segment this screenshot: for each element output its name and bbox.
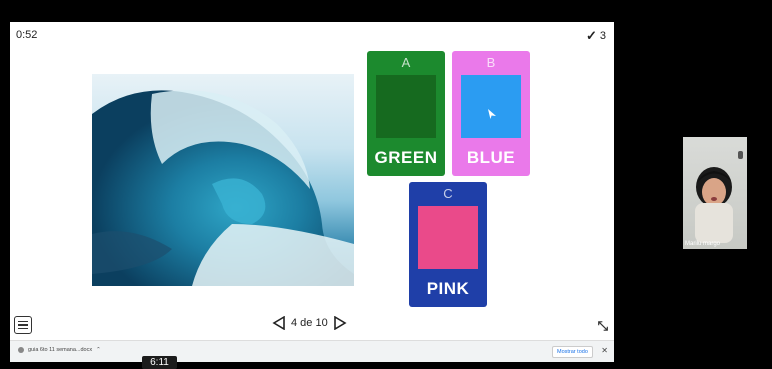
document-icon	[18, 347, 24, 353]
option-swatch	[418, 206, 478, 269]
option-letter: C	[443, 186, 453, 201]
close-icon[interactable]: ✕	[601, 346, 608, 355]
check-icon: ✓	[585, 28, 597, 43]
score: ✓ 3	[586, 28, 606, 44]
option-word: PINK	[426, 279, 470, 298]
option-swatch	[461, 75, 521, 138]
download-filename: guia 6to 11 semana...docx	[28, 347, 93, 353]
option-word: BLUE	[466, 148, 516, 167]
menu-button[interactable]	[14, 316, 32, 334]
option-card-c[interactable]: C PINK	[409, 182, 487, 307]
next-arrow-icon[interactable]	[333, 316, 347, 330]
microphone-icon	[738, 151, 743, 159]
timer: 0:52	[16, 29, 38, 41]
screen: 0:52 ✓ 3 A GREEN B BLUE C PINK 4 de 10 ⤡…	[0, 0, 772, 369]
option-card-b[interactable]: B BLUE	[452, 51, 530, 176]
option-word: GREEN	[374, 148, 438, 167]
participant-name: Marilu margo	[685, 241, 721, 247]
quiz-slide: 0:52 ✓ 3 A GREEN B BLUE C PINK 4 de 10 ⤡	[10, 22, 614, 340]
wave-photo	[92, 74, 354, 286]
prev-arrow-icon[interactable]	[272, 316, 286, 330]
pager: 4 de 10	[272, 316, 347, 330]
show-all-button[interactable]: Mostrar todo	[552, 346, 593, 358]
download-bar: guia 6to 11 semana...docx ⌃ Mostrar todo…	[10, 340, 614, 362]
option-letter: A	[401, 55, 411, 70]
page-indicator: 4 de 10	[291, 317, 328, 329]
exit-fullscreen-icon[interactable]: ⤡	[598, 318, 608, 334]
menu-icon	[18, 320, 28, 323]
participant-video[interactable]: Marilu margo	[683, 137, 747, 249]
wave-image	[92, 90, 354, 286]
option-letter: B	[486, 55, 496, 70]
chevron-up-icon[interactable]: ⌃	[96, 347, 101, 353]
option-swatch	[376, 75, 436, 138]
time-tooltip: 6:11	[142, 356, 177, 369]
download-item[interactable]: guia 6to 11 semana...docx ⌃	[18, 347, 101, 353]
score-value: 3	[599, 30, 606, 42]
mouse-pointer-icon	[488, 109, 496, 119]
option-card-a[interactable]: A GREEN	[367, 51, 445, 176]
